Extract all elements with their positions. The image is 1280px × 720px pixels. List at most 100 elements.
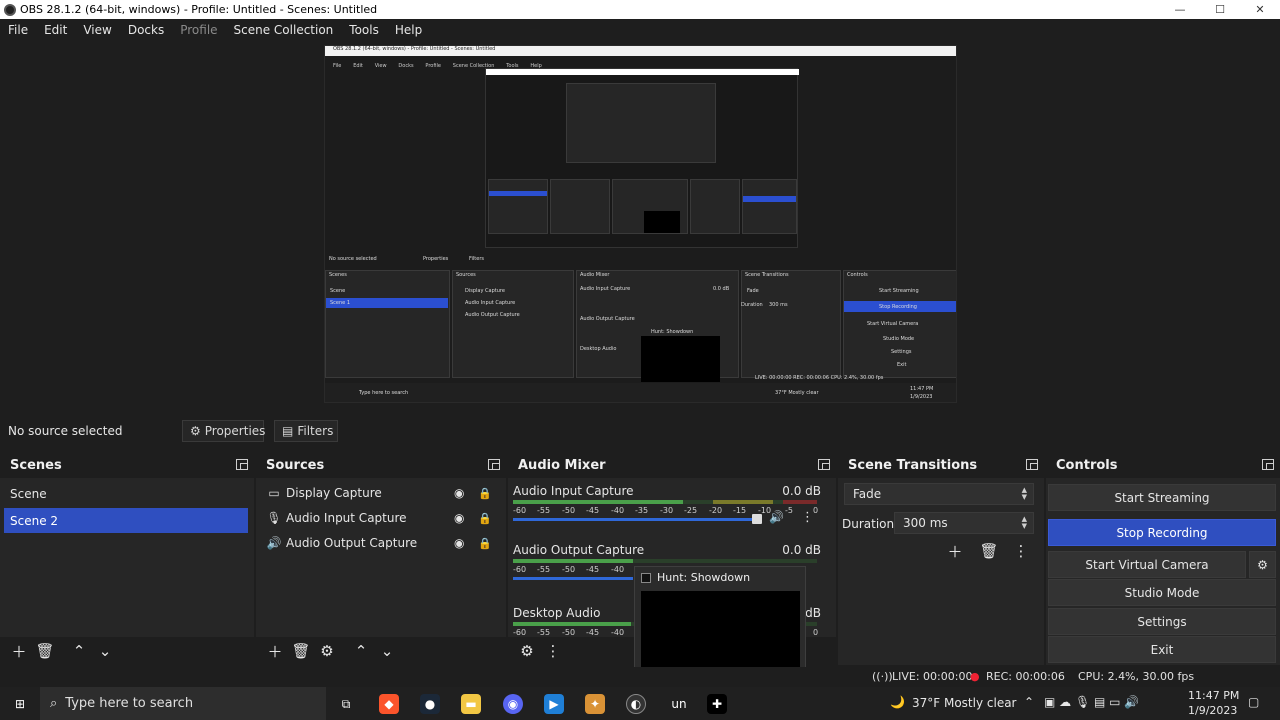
preview-menu-item: File	[333, 63, 342, 69]
scene-item-scene-2[interactable]: Scene 2	[4, 508, 248, 533]
brave-browser-icon[interactable]: ◆	[379, 694, 399, 714]
source-item[interactable]: 🎙 Audio Input Capture ◉ 🔒	[264, 506, 504, 530]
eye-icon[interactable]: ◉	[454, 511, 464, 525]
preview-sources-dock	[452, 270, 574, 378]
duration-value: 300 ms	[903, 516, 948, 530]
mixer-channel-db: dB	[805, 606, 821, 620]
scene-transitions-dock: Scene Transitions Fade ▲ ▼ Duration 300 m…	[838, 452, 1044, 665]
move-up-icon[interactable]: ⌃	[66, 639, 92, 663]
volume-slider[interactable]	[513, 514, 762, 524]
menu-file[interactable]: File	[0, 23, 36, 37]
lock-icon[interactable]: 🔒	[478, 512, 492, 525]
studio-mode-button[interactable]: Studio Mode	[1048, 579, 1276, 606]
taskbar-app-un[interactable]: un	[666, 694, 692, 714]
lock-icon[interactable]: 🔒	[478, 487, 492, 500]
tray-icons[interactable]: ▣ ☁ 🎙 ▤ ▭ 🔊	[1044, 695, 1139, 709]
clock-date[interactable]: 1/9/2023	[1188, 704, 1237, 717]
move-down-icon[interactable]: ⌄	[92, 639, 118, 663]
add-icon[interactable]: ＋	[262, 639, 288, 663]
undock-icon[interactable]	[1262, 459, 1274, 470]
source-item[interactable]: 🔊 Audio Output Capture ◉ 🔒	[264, 531, 504, 555]
preview-no-source: No source selected	[329, 256, 377, 262]
filters-button[interactable]: ▤ Filters	[274, 420, 338, 442]
transitions-body: Fade ▲ ▼ Duration 300 ms ▲ ▼ ＋ 🗑 ⋮	[838, 478, 1044, 665]
eye-icon[interactable]: ◉	[454, 486, 464, 500]
minimize-button[interactable]: —	[1160, 0, 1200, 19]
settings-button[interactable]: Settings	[1048, 608, 1276, 635]
menu-profile[interactable]: Profile	[172, 23, 225, 37]
menu-tools[interactable]: Tools	[341, 23, 387, 37]
filter-icon: ▤	[282, 424, 294, 438]
gear-icon[interactable]: ⚙	[514, 639, 540, 663]
mixer-channel: Audio Input Capture 0.0 dB -60 -55 -50 -…	[513, 484, 823, 534]
properties-button[interactable]: ⚙ Properties	[182, 420, 265, 442]
preview-menu-item: Docks	[398, 63, 414, 69]
lock-icon[interactable]: 🔒	[478, 537, 492, 550]
preview-nested-controls	[742, 179, 797, 234]
undock-icon[interactable]	[1026, 459, 1038, 470]
gear-icon[interactable]: ⚙	[314, 639, 340, 663]
volume-slider[interactable]	[513, 577, 633, 580]
app-icon[interactable]: ▶	[544, 694, 564, 714]
chevron-updown-icon: ▲ ▼	[1021, 515, 1027, 530]
move-up-icon[interactable]: ⌃	[348, 639, 374, 663]
preview-control-item: Exit	[897, 362, 907, 368]
transition-selected: Fade	[853, 487, 882, 501]
obs-window: OBS 28.1.2 (64-bit, windows) - Profile: …	[0, 0, 1280, 720]
monitor-icon: ▭	[268, 486, 280, 500]
app-icon[interactable]: ✦	[585, 694, 605, 714]
trash-icon[interactable]: 🗑	[288, 639, 314, 663]
taskbar-search[interactable]: ⌕ Type here to search	[40, 687, 326, 720]
move-down-icon[interactable]: ⌄	[374, 639, 400, 663]
obs-taskbar-icon[interactable]: ◐	[626, 694, 646, 714]
stop-recording-button[interactable]: Stop Recording	[1048, 519, 1276, 546]
chevron-up-icon[interactable]: ⌃	[1024, 695, 1034, 709]
transition-select[interactable]: Fade ▲ ▼	[844, 483, 1034, 505]
trash-icon[interactable]: 🗑	[976, 539, 1002, 563]
speaker-icon[interactable]: 🔊	[769, 510, 784, 524]
menu-docks[interactable]: Docks	[120, 23, 172, 37]
start-streaming-button[interactable]: Start Streaming	[1048, 484, 1276, 511]
menu-edit[interactable]: Edit	[36, 23, 75, 37]
exit-button[interactable]: Exit	[1048, 636, 1276, 663]
undock-icon[interactable]	[236, 459, 248, 470]
menu-view[interactable]: View	[75, 23, 119, 37]
notification-icon[interactable]: ▢	[1248, 695, 1259, 709]
gear-icon: ⚙	[1257, 557, 1268, 572]
start-virtual-camera-button[interactable]: Start Virtual Camera	[1048, 551, 1246, 578]
weather-text[interactable]: 37°F Mostly clear	[912, 696, 1017, 710]
source-item[interactable]: ▭ Display Capture ◉ 🔒	[264, 481, 504, 505]
trash-icon[interactable]: 🗑	[32, 639, 58, 663]
cpu-fps: CPU: 2.4%, 30.00 fps	[1078, 670, 1195, 683]
kebab-menu-icon[interactable]: ⋮	[1008, 539, 1034, 563]
preview-sources-title: Sources	[456, 272, 476, 278]
eye-icon[interactable]: ◉	[454, 536, 464, 550]
slider-handle[interactable]	[752, 514, 762, 524]
preview-menu-bar: File Edit View Docks Profile Scene Colle…	[325, 56, 956, 69]
undock-icon[interactable]	[488, 459, 500, 470]
no-source-label: No source selected	[8, 424, 123, 438]
duration-spinbox[interactable]: 300 ms ▲ ▼	[894, 512, 1034, 534]
virtual-camera-settings-button[interactable]: ⚙	[1249, 551, 1276, 578]
menu-scene-collection[interactable]: Scene Collection	[226, 23, 342, 37]
menu-help[interactable]: Help	[387, 23, 430, 37]
kebab-menu-icon[interactable]: ⋮	[801, 510, 814, 525]
preview-canvas[interactable]: OBS 28.1.2 (64-bit, windows) - Profile: …	[324, 45, 957, 403]
file-explorer-icon[interactable]: ▬	[461, 694, 481, 714]
maximize-button[interactable]: ☐	[1200, 0, 1240, 19]
windows-start-icon[interactable]: ⊞	[10, 694, 30, 714]
preview-mixer-title: Audio Mixer	[580, 272, 610, 278]
undock-icon[interactable]	[818, 459, 830, 470]
kebab-menu-icon[interactable]: ⋮	[540, 639, 566, 663]
close-button[interactable]: ✕	[1240, 0, 1280, 19]
task-view-icon[interactable]: ⧉	[336, 694, 356, 714]
volume-meter	[513, 500, 817, 504]
scene-item-scene[interactable]: Scene	[4, 481, 248, 506]
hunt-taskbar-icon[interactable]: ✚	[707, 694, 727, 714]
clock-time[interactable]: 11:47 PM	[1188, 689, 1239, 702]
add-icon[interactable]: ＋	[6, 639, 32, 663]
discord-icon[interactable]: ◉	[503, 694, 523, 714]
steam-icon[interactable]: ●	[420, 694, 440, 714]
scenes-toolbar: ＋ 🗑 ⌃ ⌄	[0, 637, 254, 665]
add-icon[interactable]: ＋	[942, 539, 968, 563]
